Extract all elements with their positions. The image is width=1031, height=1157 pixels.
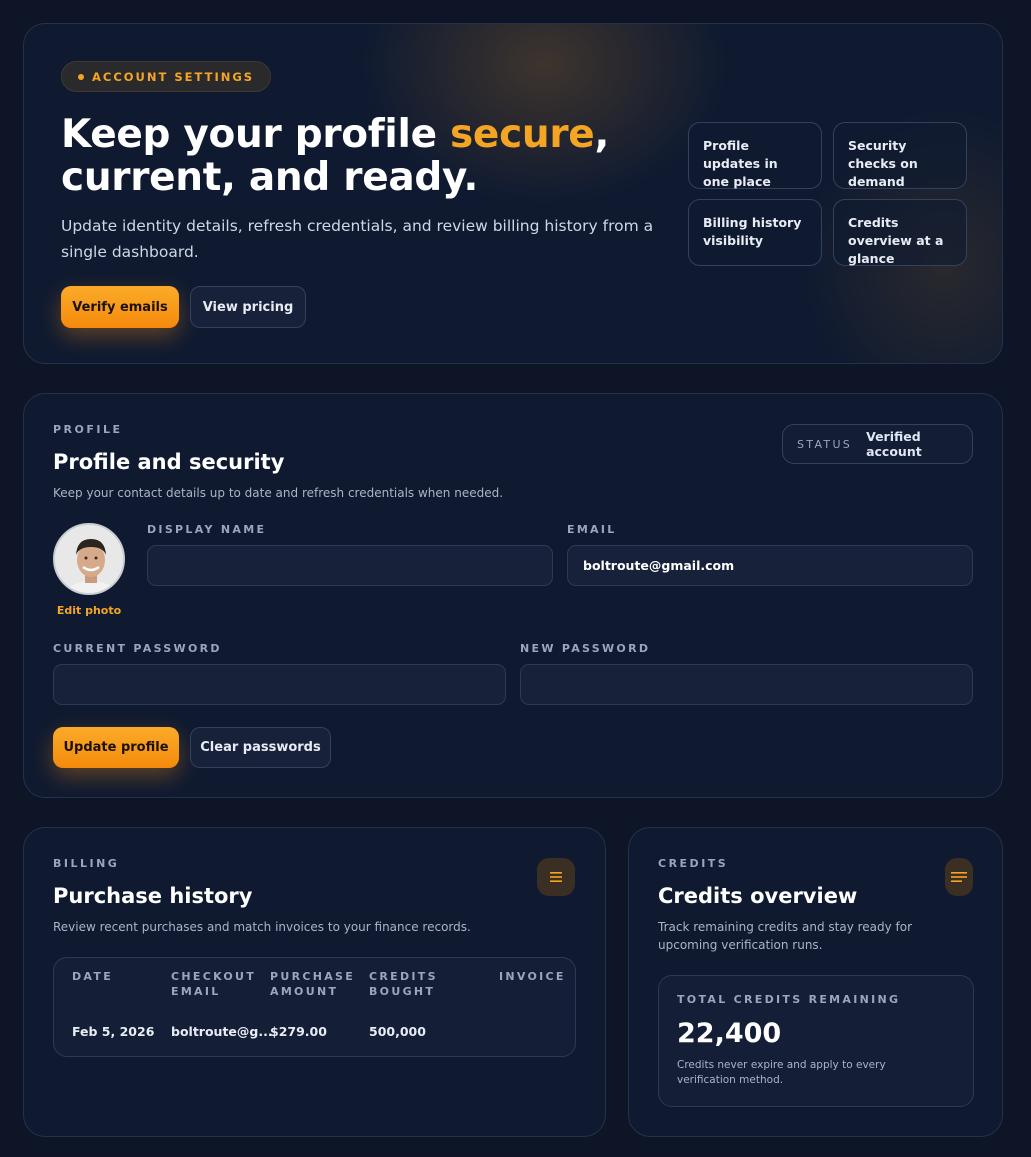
email-input[interactable]: boltroute@gmail.com — [567, 545, 973, 586]
current-password-input[interactable] — [53, 664, 506, 705]
credits-description: Track remaining credits and stay ready f… — [658, 920, 913, 952]
column-header-purchase-amount: PURCHASE AMOUNT — [270, 970, 356, 998]
table-cell-email: boltroute@g... — [171, 1024, 273, 1039]
credits-menu-button[interactable] — [945, 858, 973, 896]
profile-card: PROFILE Profile and security Keep your c… — [23, 393, 1003, 798]
column-header-checkout-email: CHECKOUT EMAIL — [171, 970, 257, 998]
billing-card: BILLING Purchase history Review recent p… — [23, 827, 606, 1137]
menu-icon — [951, 872, 967, 882]
hero-title: Keep your profile secure, current, and r… — [61, 113, 681, 199]
feature-billing-history: Billing history visibility — [688, 199, 822, 266]
current-password-label: CURRENT PASSWORD — [53, 642, 222, 655]
status-label: STATUS — [797, 437, 853, 451]
billing-title: Purchase history — [53, 884, 253, 908]
column-header-date: DATE — [72, 970, 114, 983]
edit-photo-link[interactable]: Edit photo — [53, 604, 125, 617]
profile-description: Keep your contact details up to date and… — [53, 486, 504, 500]
purchase-table: DATE CHECKOUT EMAIL PURCHASE AMOUNT CRED… — [53, 957, 576, 1057]
display-name-input[interactable] — [147, 545, 553, 586]
billing-description: Review recent purchases and match invoic… — [53, 920, 471, 934]
credits-eyebrow: CREDITS — [658, 857, 729, 870]
update-profile-button[interactable]: Update profile — [53, 727, 179, 768]
feature-profile-updates: Profile updates in one place — [688, 122, 822, 189]
feature-credits-overview: Credits overview at a glance — [833, 199, 967, 266]
column-header-invoice: INVOICE — [499, 970, 566, 983]
new-password-input[interactable] — [520, 664, 973, 705]
billing-menu-button[interactable] — [537, 858, 575, 896]
badge-label: ACCOUNT SETTINGS — [92, 69, 255, 84]
status-value: Verified account — [866, 429, 922, 459]
table-cell-credits: 500,000 — [369, 1024, 426, 1039]
billing-eyebrow: BILLING — [53, 857, 120, 870]
total-credits-value: 22,400 — [677, 1018, 782, 1049]
feature-security-checks: Security checks on demand — [833, 122, 967, 189]
profile-title: Profile and security — [53, 450, 285, 474]
avatar-image — [55, 525, 123, 593]
email-label: EMAIL — [567, 523, 617, 536]
table-cell-date: Feb 5, 2026 — [72, 1024, 155, 1039]
profile-eyebrow: PROFILE — [53, 423, 123, 436]
hero-title-start: Keep your profile — [61, 112, 450, 157]
hero-subtitle: Update identity details, refresh credent… — [61, 217, 654, 261]
menu-icon — [550, 872, 562, 882]
status-chip: STATUS Verified account — [782, 424, 973, 464]
credits-card: CREDITS Credits overview Track remaining… — [628, 827, 1003, 1137]
dot-icon — [78, 73, 84, 80]
credits-summary-box: TOTAL CREDITS REMAINING 22,400 Credits n… — [658, 975, 974, 1107]
credits-title: Credits overview — [658, 884, 858, 908]
verify-emails-button[interactable]: Verify emails — [61, 286, 179, 328]
new-password-label: NEW PASSWORD — [520, 642, 651, 655]
hero-card: ACCOUNT SETTINGS Keep your profile secur… — [23, 23, 1003, 364]
clear-passwords-button[interactable]: Clear passwords — [190, 727, 331, 768]
display-name-label: DISPLAY NAME — [147, 523, 267, 536]
account-settings-badge: ACCOUNT SETTINGS — [61, 61, 272, 92]
column-header-credits-bought: CREDITS BOUGHT — [369, 970, 438, 998]
view-pricing-button[interactable]: View pricing — [190, 286, 306, 328]
avatar[interactable] — [53, 523, 125, 595]
table-cell-amount: $279.00 — [270, 1024, 327, 1039]
credits-note: Credits never expire and apply to every … — [677, 1059, 886, 1086]
hero-title-accent: secure — [450, 112, 595, 157]
total-credits-label: TOTAL CREDITS REMAINING — [677, 993, 901, 1006]
